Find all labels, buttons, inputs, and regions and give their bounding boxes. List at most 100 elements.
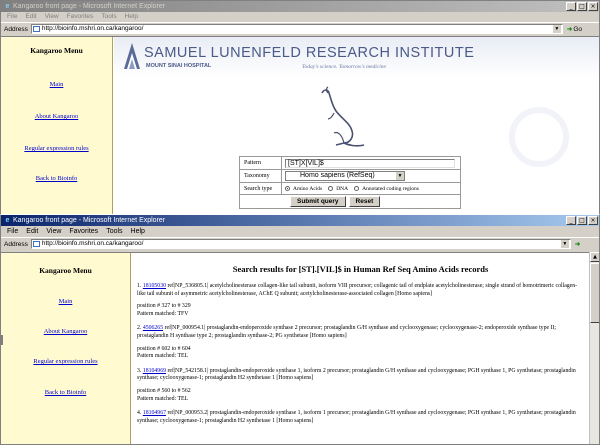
result-position: position # 327 to # 329	[137, 303, 191, 310]
results-title: Search results for [ST].[VIL]$ in Human …	[232, 264, 489, 274]
result-item: 1. 18105030 ref|NP_536805.1| acetylcholi…	[137, 283, 583, 318]
sidebar-link-about[interactable]: About Kangaroo	[1, 113, 112, 120]
result-description: ref|NP_536805.1| acetylcholinesterase co…	[137, 283, 578, 297]
radio-label-dna: DNA	[336, 185, 349, 192]
result-id-link[interactable]: 18104967	[143, 410, 166, 416]
page-content: Kangaroo Menu Main About Kangaroo Regula…	[1, 252, 589, 444]
go-button[interactable]: ➜	[575, 240, 580, 248]
menu-edit[interactable]: Edit	[26, 226, 38, 237]
address-url: http://bioinfo.mshri.on.ca/kangaroo/	[41, 240, 144, 247]
sidebar-link-main[interactable]: Main	[1, 81, 112, 88]
browser-window-results: e Kangaroo front page - Microsoft Intern…	[0, 214, 600, 445]
menu-favorites[interactable]: Favorites	[67, 12, 94, 22]
address-bar: Address http://bioinfo.mshri.on.ca/kanga…	[1, 22, 599, 35]
menu-edit[interactable]: Edit	[25, 12, 36, 22]
result-id-link[interactable]: 4506265	[143, 325, 163, 331]
taxonomy-label: Taxonomy	[240, 170, 282, 182]
address-bar: Address http://bioinfo.mshri.on.ca/kanga…	[1, 237, 599, 250]
minimize-button[interactable]: _	[566, 2, 576, 11]
pattern-row: Pattern [ST]X[VIL]$	[239, 156, 461, 169]
maximize-button[interactable]: □	[577, 2, 587, 11]
radio-amino-acids[interactable]	[285, 186, 290, 191]
search-type-label: Search type	[240, 183, 282, 194]
address-dropdown-icon[interactable]: ▼	[552, 25, 561, 33]
address-input[interactable]: http://bioinfo.mshri.on.ca/kangaroo/ ▼	[30, 239, 571, 249]
kangaroo-logo-icon	[321, 86, 365, 147]
address-input[interactable]: http://bioinfo.mshri.on.ca/kangaroo/ ▼	[30, 24, 563, 34]
background-watermark	[509, 107, 569, 167]
close-button[interactable]: ×	[588, 2, 598, 11]
page-icon	[32, 241, 40, 247]
menu-title: Kangaroo Menu	[39, 266, 92, 275]
sidebar-link-main[interactable]: Main	[1, 298, 130, 305]
background-window-edge	[0, 335, 3, 345]
taxonomy-row: Taxonomy Homo sapiens (RefSeq) ▼	[239, 169, 461, 182]
maximize-button[interactable]: □	[577, 216, 587, 225]
address-label: Address	[4, 240, 28, 248]
result-id-link[interactable]: 18104969	[143, 368, 166, 374]
institute-logo-icon	[124, 43, 140, 69]
result-description: ref|NP_542158.1| prostaglandin-endoperox…	[137, 367, 576, 382]
pattern-label: Pattern	[240, 157, 282, 169]
address-url: http://bioinfo.mshri.on.ca/kangaroo/	[41, 25, 144, 32]
menu-favorites[interactable]: Favorites	[69, 226, 98, 237]
institute-tagline: Today's science. Tomorrow's medicine	[302, 64, 386, 70]
reset-button[interactable]: Reset	[348, 196, 381, 207]
search-type-row: Search type Amino Acids DNA Annotated co…	[239, 182, 461, 195]
sidebar-link-back-to-bioinfo[interactable]: Back to Bioinfo	[1, 175, 112, 182]
result-pattern-matched: Pattern matched: TFV	[137, 310, 189, 317]
window-title-bar[interactable]: e Kangaroo front page - Microsoft Intern…	[1, 1, 599, 12]
window-title: Kangaroo front page - Microsoft Internet…	[13, 217, 166, 224]
result-item: 3. 18104969 ref|NP_542158.1| prostagland…	[137, 368, 583, 403]
kangaroo-menu-sidebar: Kangaroo Menu Main About Kangaroo Regula…	[1, 253, 131, 444]
menu-help[interactable]: Help	[125, 12, 138, 22]
radio-label-amino-acids: Amino Acids	[293, 185, 323, 192]
go-button[interactable]: ➜ Go	[567, 25, 582, 34]
result-position: position # 602 to # 604	[137, 345, 191, 352]
sidebar-link-about[interactable]: About Kangaroo	[1, 328, 130, 335]
result-position: position # 560 to # 562	[137, 387, 191, 394]
address-dropdown-icon[interactable]: ▼	[560, 240, 569, 248]
pattern-input[interactable]: [ST]X[VIL]$	[285, 158, 455, 168]
vertical-scrollbar[interactable]: ▲	[589, 252, 599, 444]
result-number: 2.	[137, 325, 142, 332]
menu-view[interactable]: View	[46, 226, 61, 237]
query-form: Pattern [ST]X[VIL]$ Taxonomy Homo sapien…	[239, 156, 461, 209]
window-title-bar[interactable]: e Kangaroo front page - Microsoft Intern…	[1, 215, 599, 226]
result-number: 1.	[137, 283, 142, 289]
result-item: 4. 18104967 ref|NP_000953.2| prostagland…	[137, 410, 583, 425]
menu-help[interactable]: Help	[131, 226, 145, 237]
institute-name: SAMUEL LUNENFELD RESEARCH INSTITUTE	[144, 45, 475, 61]
go-arrow-icon: ➜	[574, 241, 581, 248]
minimize-button[interactable]: _	[566, 216, 576, 225]
menu-view[interactable]: View	[45, 12, 59, 22]
submit-query-button[interactable]: Submit query	[290, 196, 346, 207]
institute-banner: SAMUEL LUNENFELD RESEARCH INSTITUTE MOUN…	[114, 37, 599, 77]
close-button[interactable]: ×	[588, 216, 598, 225]
menu-title: Kangaroo Menu	[30, 46, 83, 55]
menu-file[interactable]: File	[7, 12, 17, 22]
ie-icon: e	[5, 217, 10, 224]
ie-icon: e	[5, 3, 10, 10]
results-list: 1. 18105030 ref|NP_536805.1| acetylcholi…	[132, 274, 589, 425]
scrollbar-thumb[interactable]	[590, 263, 599, 323]
taxonomy-select[interactable]: Homo sapiens (RefSeq) ▼	[285, 171, 405, 181]
result-pattern-matched: Pattern matched: TEL	[137, 395, 189, 402]
result-id-link[interactable]: 18105030	[143, 283, 166, 289]
menu-tools[interactable]: Tools	[106, 226, 122, 237]
go-label: Go	[573, 25, 582, 33]
sidebar-link-regex-rules[interactable]: Regular expression rules	[1, 145, 112, 152]
sidebar-link-regex-rules[interactable]: Regular expression rules	[1, 358, 130, 365]
result-pattern-matched: Pattern matched: TEL	[137, 353, 189, 360]
browser-window-front-page: e Kangaroo front page - Microsoft Intern…	[0, 0, 600, 250]
menu-tools[interactable]: Tools	[101, 12, 116, 22]
result-number: 3.	[137, 367, 142, 374]
result-description: ref|NP_000954.1| prostaglandin-endoperox…	[137, 325, 556, 339]
radio-dna[interactable]	[328, 186, 334, 191]
sidebar-link-back-to-bioinfo[interactable]: Back to Bioinfo	[1, 389, 130, 396]
hospital-name: MOUNT SINAI HOSPITAL	[146, 63, 212, 69]
radio-coding-regions[interactable]	[354, 186, 360, 191]
menu-file[interactable]: File	[7, 226, 18, 237]
scroll-up-icon[interactable]: ▲	[590, 252, 599, 262]
chevron-down-icon[interactable]: ▼	[396, 172, 404, 180]
